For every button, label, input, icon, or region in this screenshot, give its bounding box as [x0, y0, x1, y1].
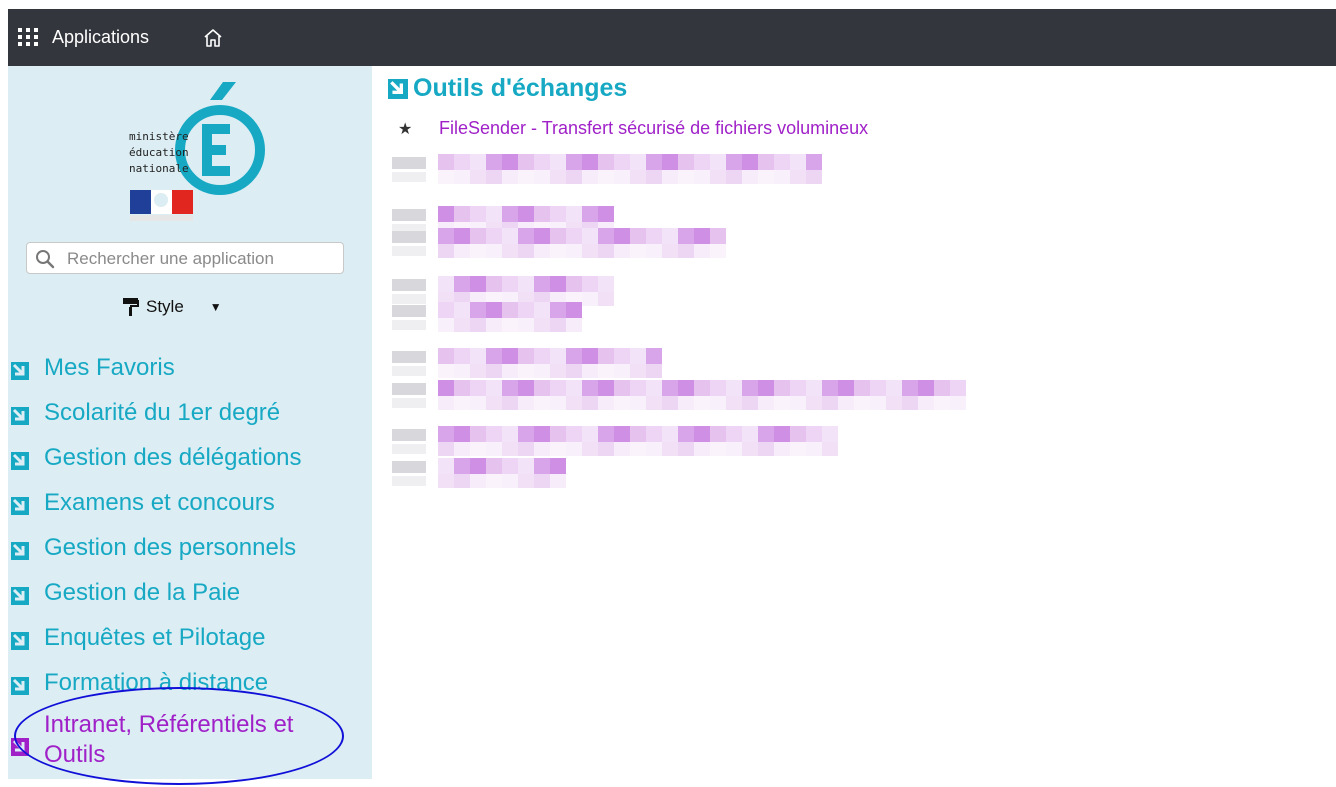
logo-line-3: nationale [129, 162, 189, 175]
style-label: Style [146, 297, 184, 316]
category-label: Formation à distance [44, 669, 269, 696]
category-gestion-personnels[interactable]: Gestion des personnels [8, 528, 372, 573]
category-gestion-paie[interactable]: Gestion de la Paie [8, 573, 372, 618]
arrow-down-right-icon [388, 78, 408, 99]
category-label: Scolarité du 1er degré [44, 399, 281, 426]
category-label: Gestion de la Paie [44, 579, 241, 606]
category-label: Mes Favoris [44, 354, 175, 381]
logo-line-1: ministère [129, 130, 189, 143]
section-title-text: Outils d'échanges [413, 74, 628, 102]
category-gestion-delegations[interactable]: Gestion des délégations [8, 438, 372, 483]
category-scolarite[interactable]: Scolarité du 1er degré [8, 393, 372, 438]
category-list: Mes Favoris Scolarité du 1er degré Gesti… [8, 348, 372, 778]
applications-menu-button[interactable]: Applications [18, 23, 149, 51]
arrow-down-right-icon [11, 542, 29, 560]
category-label: Gestion des délégations [44, 444, 302, 471]
search-input[interactable] [65, 247, 339, 271]
category-label: Gestion des personnels [44, 534, 297, 561]
logo-line-2: éducation [129, 146, 189, 159]
arrow-down-right-icon [11, 497, 29, 515]
paint-roller-icon [123, 298, 139, 316]
sidebar: ministère éducation nationale Style ▼ [8, 66, 372, 779]
category-label: Enquêtes et Pilotage [44, 624, 266, 651]
search-box[interactable] [26, 242, 344, 274]
app-row-filesender[interactable]: ★ FileSender - Transfert sécurisé de fic… [398, 118, 868, 139]
category-intranet-referentiels[interactable]: Intranet, Référentiels et Outils [8, 708, 372, 778]
main-content: Outils d'échanges ★ FileSender - Transfe… [372, 66, 1336, 779]
arrow-down-right-icon [11, 362, 29, 380]
ministry-logo: ministère éducation nationale [129, 82, 265, 221]
app-link[interactable]: FileSender - Transfert sécurisé de fichi… [439, 118, 868, 139]
home-icon [204, 29, 222, 47]
applications-label: Applications [52, 26, 150, 47]
top-bar: Applications [8, 9, 1336, 66]
arrow-down-right-icon [11, 587, 29, 605]
section-title: Outils d'échanges [388, 74, 627, 103]
category-enquetes-pilotage[interactable]: Enquêtes et Pilotage [8, 618, 372, 663]
arrow-down-right-icon [11, 738, 29, 756]
style-selector[interactable]: Style ▼ [122, 294, 222, 320]
category-mes-favoris[interactable]: Mes Favoris [8, 348, 372, 393]
category-examens-concours[interactable]: Examens et concours [8, 483, 372, 528]
marianne-flag-icon [130, 190, 193, 221]
arrow-down-right-icon [11, 632, 29, 650]
category-formation-distance[interactable]: Formation à distance [8, 663, 372, 708]
category-label: Intranet, Référentiels et Outils [44, 711, 294, 768]
arrow-down-right-icon [11, 407, 29, 425]
category-label: Examens et concours [44, 489, 275, 516]
search-icon [36, 250, 55, 269]
grid-icon [18, 28, 40, 46]
home-button[interactable] [202, 27, 224, 49]
arrow-down-right-icon [11, 677, 29, 695]
arrow-down-right-icon [11, 452, 29, 470]
star-icon[interactable]: ★ [398, 119, 418, 139]
caret-down-icon: ▼ [209, 300, 222, 314]
